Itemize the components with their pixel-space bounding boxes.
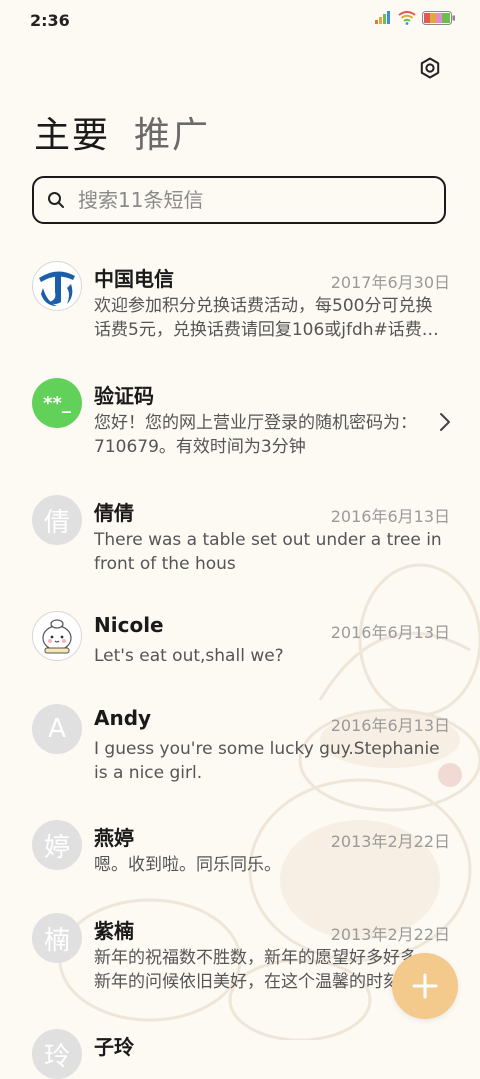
- message-preview: 欢迎参加积分兑换话费活动，每500分可兑换话费5元，兑换话费请回复106或jfd…: [94, 296, 439, 340]
- signal-icon: [375, 11, 390, 24]
- status-icons: [374, 11, 456, 25]
- contact-name: Nicole: [94, 613, 164, 637]
- contact-name: 倩倩: [94, 501, 134, 525]
- china-telecom-logo: [32, 261, 82, 311]
- contact-avatar: 倩: [32, 495, 82, 545]
- message-preview: 嗯。收到啦。同乐同乐。: [94, 855, 281, 875]
- cartoon-avatar: [32, 611, 82, 661]
- chevron-right-icon[interactable]: [438, 412, 452, 432]
- tab-primary[interactable]: 主要: [34, 106, 110, 158]
- contact-avatar: A: [32, 704, 82, 754]
- message-date: 2013年2月22日: [330, 832, 450, 851]
- contact-name: Andy: [94, 706, 152, 730]
- contact-name: 紫楠: [94, 919, 134, 943]
- message-preview: There was a table set out under a tree i…: [94, 530, 442, 574]
- tab-bar: 主要 推广: [34, 106, 210, 158]
- message-date: 2016年6月13日: [330, 623, 450, 642]
- contact-name: 验证码: [94, 384, 154, 408]
- contact-avatar: 楠: [32, 913, 82, 963]
- message-date: 2016年6月13日: [330, 507, 450, 526]
- status-time: 2:36: [30, 11, 70, 30]
- contact-name: 燕婷: [94, 826, 134, 850]
- battery-icon: [422, 11, 455, 25]
- message-preview: 您好！您的网上营业厅登录的随机密码为：710679。有效时间为3分钟: [94, 413, 417, 457]
- wifi-icon: [398, 11, 416, 25]
- message-date: 2013年2月22日: [330, 925, 450, 944]
- message-date: 2017年6月30日: [330, 273, 450, 292]
- plus-icon: [412, 973, 438, 999]
- contact-name: 子玲: [94, 1035, 134, 1059]
- contact-name: 中国电信: [94, 267, 174, 291]
- contact-avatar: 婷: [32, 820, 82, 870]
- message-preview: Let's eat out,shall we?: [94, 646, 284, 666]
- tab-promotions[interactable]: 推广: [134, 106, 210, 158]
- search-box[interactable]: [32, 176, 446, 224]
- contact-avatar: 玲: [32, 1029, 82, 1079]
- status-bar: 2:36: [0, 0, 480, 40]
- gear-icon: [420, 57, 440, 79]
- message-date: 2016年6月13日: [330, 716, 450, 735]
- new-message-button[interactable]: [392, 953, 458, 1019]
- search-input[interactable]: [76, 187, 420, 213]
- message-preview: I guess you're some lucky guy.Stephanie …: [94, 739, 440, 783]
- settings-button[interactable]: [418, 56, 442, 80]
- search-icon: [46, 190, 66, 210]
- contact-avatar: **_: [32, 378, 82, 428]
